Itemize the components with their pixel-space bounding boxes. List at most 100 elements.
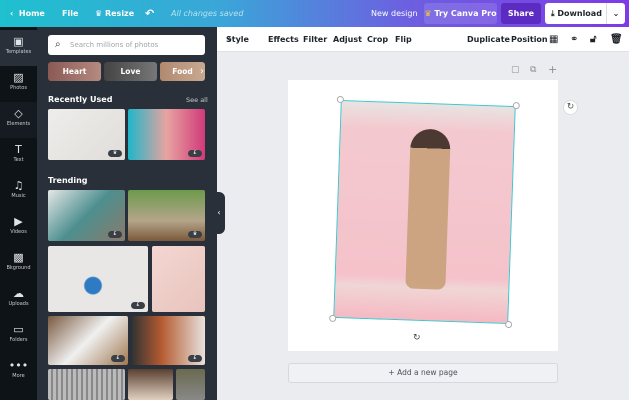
download-icon: ⤓ bbox=[551, 9, 555, 18]
share-button[interactable]: Share bbox=[501, 3, 541, 24]
collapse-panel-button[interactable]: ‹ bbox=[213, 192, 225, 234]
videos-icon: ▶ bbox=[14, 215, 23, 228]
crown-icon: ♛ bbox=[95, 9, 103, 18]
resize-handle[interactable] bbox=[336, 95, 344, 104]
rail-more[interactable]: ••• More bbox=[0, 354, 37, 390]
chip-food[interactable]: Food bbox=[160, 62, 205, 81]
home-button[interactable]: ‹ Home bbox=[10, 0, 45, 27]
download-button[interactable]: ⤓ Download ⌄ bbox=[545, 3, 625, 24]
file-menu[interactable]: File bbox=[62, 0, 78, 27]
rotate-icon[interactable]: ↻ bbox=[413, 333, 421, 343]
rail-label: Music bbox=[11, 193, 26, 199]
link-icon[interactable]: ⚭ bbox=[570, 27, 578, 52]
transparency-icon[interactable]: ▦ bbox=[549, 27, 558, 52]
photo-thumbnail[interactable]: £ bbox=[48, 246, 148, 312]
chevron-left-icon: ‹ bbox=[217, 208, 221, 217]
selected-photo[interactable] bbox=[329, 95, 520, 329]
download-options-chevron-icon[interactable]: ⌄ bbox=[606, 3, 625, 24]
photo-thumbnail[interactable]: £ bbox=[48, 316, 128, 365]
position-button[interactable]: Position bbox=[511, 27, 548, 52]
resize-label: Resize bbox=[104, 9, 135, 18]
home-label: Home bbox=[18, 9, 45, 18]
duplicate-button[interactable]: Duplicate bbox=[467, 27, 510, 52]
trending-heading: Trending bbox=[48, 176, 88, 185]
add-page-icon[interactable]: + bbox=[548, 63, 557, 76]
search-placeholder: Search millions of photos bbox=[70, 41, 159, 49]
crown-icon: ♛ bbox=[424, 9, 432, 18]
image-toolbar: ✧ Style Effects Filter Adjust Crop Flip … bbox=[217, 27, 629, 52]
save-status: All changes saved bbox=[171, 9, 244, 18]
search-input[interactable]: ⌕ Search millions of photos bbox=[48, 35, 205, 55]
woman-figure bbox=[405, 128, 451, 290]
photo-thumbnail[interactable]: ♛ bbox=[128, 190, 205, 241]
music-icon: ♫ bbox=[13, 179, 24, 192]
photo-thumbnail[interactable] bbox=[48, 369, 125, 400]
rail-label: Uploads bbox=[8, 301, 29, 307]
notes-icon[interactable]: ▢ bbox=[511, 65, 520, 75]
rail-label: Templates bbox=[5, 49, 32, 55]
try-pro-label: Try Canva Pro bbox=[434, 9, 497, 18]
background-icon: ▩ bbox=[13, 251, 24, 264]
price-icon: £ bbox=[131, 302, 145, 309]
rail-label: Text bbox=[13, 157, 24, 163]
download-label: Download bbox=[557, 9, 602, 18]
photo-thumbnail[interactable] bbox=[152, 246, 205, 312]
rail-background[interactable]: ▩ Bkground bbox=[0, 246, 37, 282]
filter-button[interactable]: Filter bbox=[303, 27, 327, 52]
photo-thumbnail[interactable] bbox=[128, 369, 173, 400]
rail-label: Elements bbox=[6, 121, 31, 127]
top-bar: ‹ Home File ♛ Resize ↶ All changes saved… bbox=[0, 0, 629, 27]
chip-heart[interactable]: Heart bbox=[48, 62, 101, 81]
refresh-icon[interactable]: ↻ bbox=[563, 100, 578, 115]
crown-icon: ♛ bbox=[188, 231, 202, 238]
rail-uploads[interactable]: ☁ Uploads bbox=[0, 282, 37, 318]
crown-icon: ♛ bbox=[108, 150, 122, 157]
rail-photos[interactable]: ▨ Photos bbox=[0, 66, 37, 102]
resize-button[interactable]: ♛ Resize bbox=[95, 0, 134, 27]
text-icon: T bbox=[15, 143, 22, 156]
see-all-link[interactable]: See all bbox=[186, 96, 208, 104]
flip-button[interactable]: Flip bbox=[395, 27, 412, 52]
try-canva-pro-button[interactable]: ♛ Try Canva Pro bbox=[424, 3, 497, 24]
rail-elements[interactable]: ◇ Elements bbox=[0, 102, 37, 138]
rail-templates[interactable]: ▣ Templates bbox=[0, 30, 37, 66]
side-rail: ▣ Templates ▨ Photos ◇ Elements T Text ♫ Musi… bbox=[0, 27, 37, 400]
photos-panel: ⌕ Search millions of photos Heart Love Fo… bbox=[37, 27, 217, 400]
photo-thumbnail[interactable]: £ bbox=[132, 316, 205, 365]
style-label: Style bbox=[226, 35, 249, 44]
photo-thumbnail[interactable] bbox=[176, 369, 205, 400]
undo-icon[interactable]: ↶ bbox=[145, 0, 154, 27]
trash-icon[interactable]: 🗑︎ bbox=[610, 27, 623, 52]
adjust-button[interactable]: Adjust bbox=[333, 27, 362, 52]
rail-label: Folders bbox=[9, 337, 28, 343]
rail-label: More bbox=[12, 373, 25, 379]
add-page-button[interactable]: + Add a new page bbox=[288, 363, 558, 383]
rail-text[interactable]: T Text bbox=[0, 138, 37, 174]
search-icon: ⌕ bbox=[55, 39, 61, 50]
new-design-button[interactable]: New design bbox=[371, 0, 418, 27]
photo-thumbnail[interactable]: ♛ bbox=[48, 109, 125, 160]
chevron-right-icon[interactable]: › bbox=[200, 62, 204, 81]
rail-videos[interactable]: ▶ Videos bbox=[0, 210, 37, 246]
copy-page-icon[interactable]: ⧉ bbox=[530, 65, 536, 75]
recently-used-heading: Recently Used bbox=[48, 95, 113, 104]
uploads-icon: ☁ bbox=[13, 287, 24, 300]
rail-music[interactable]: ♫ Music bbox=[0, 174, 37, 210]
price-icon: £ bbox=[188, 150, 202, 157]
effects-button[interactable]: Effects bbox=[268, 27, 299, 52]
rail-label: Videos bbox=[10, 229, 27, 235]
photos-icon: ▨ bbox=[13, 71, 24, 84]
templates-icon: ▣ bbox=[13, 35, 24, 48]
photo-thumbnail[interactable]: £ bbox=[128, 109, 205, 160]
lock-icon[interactable]: 🔓︎ bbox=[590, 27, 596, 52]
rail-label: Bkground bbox=[6, 265, 31, 271]
chip-love[interactable]: Love bbox=[104, 62, 157, 81]
folders-icon: ▭ bbox=[13, 323, 24, 336]
rail-folders[interactable]: ▭ Folders bbox=[0, 318, 37, 354]
price-icon: £ bbox=[108, 231, 122, 238]
photo-thumbnail[interactable]: £ bbox=[48, 190, 125, 241]
price-icon: £ bbox=[188, 355, 202, 362]
rail-label: Photos bbox=[10, 85, 27, 91]
more-icon: ••• bbox=[8, 359, 29, 372]
crop-button[interactable]: Crop bbox=[367, 27, 388, 52]
